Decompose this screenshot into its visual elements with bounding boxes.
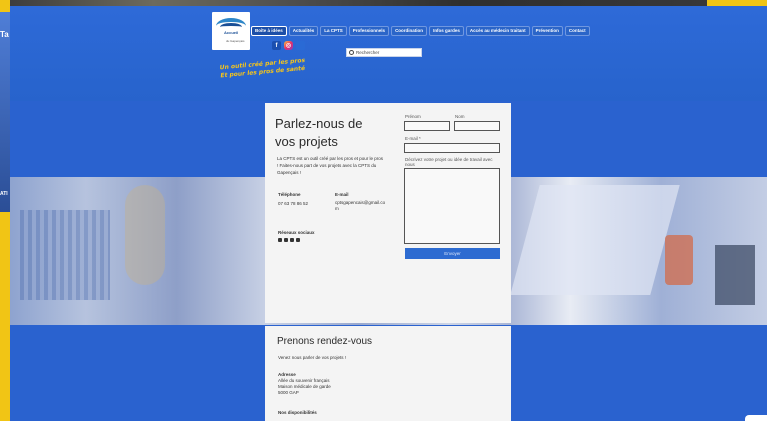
first-name-field[interactable] [404, 121, 450, 131]
nav-item-actualites[interactable]: Actualités [288, 26, 319, 36]
instagram-icon[interactable]: ◎ [284, 41, 293, 50]
contact-description: La CPTS est un outil créé par les pros e… [277, 156, 384, 175]
address-line-3: 5000 GAP [278, 390, 299, 395]
side-label-2: ATI [0, 191, 8, 197]
project-label: Décrivez votre projet ou idée de travail… [405, 157, 493, 167]
nav-item-coordination[interactable]: Coordination [391, 26, 428, 36]
linkedin-icon[interactable] [290, 238, 294, 242]
email-label: E-mail [335, 192, 349, 197]
phone-value[interactable]: 07 63 78 86 52 [278, 201, 308, 207]
contact-title: Parlez-nous de vos projets [275, 116, 363, 149]
nav-item-professionnels[interactable]: Professionnels [348, 26, 390, 36]
project-textarea[interactable] [404, 168, 500, 244]
contact-card: Parlez-nous de vos projets La CPTS est u… [265, 103, 511, 323]
plant-image [665, 235, 693, 285]
email-value[interactable]: cptsgapencais@gmail.com [335, 200, 387, 212]
appointment-title: Prenons rendez-vous [277, 336, 373, 347]
main-navigation: Boîte à idées Actualités La CPTS Profess… [251, 26, 590, 36]
nav-item-acces-medecin[interactable]: Accès au médecin traitant [465, 26, 530, 36]
logo-text: Accueil [224, 30, 239, 35]
nav-item-la-cpts[interactable]: La CPTS [320, 26, 347, 36]
nav-item-contact[interactable]: Contact [564, 26, 590, 36]
search-input[interactable]: Rechercher [346, 48, 422, 57]
pencil-cup-image [20, 210, 110, 300]
linkedin-icon[interactable] [296, 41, 305, 50]
side-label: Ta [0, 30, 9, 39]
site-logo[interactable]: Accueil du Gapençais [212, 12, 250, 50]
email-field-label: E-mail * [405, 136, 421, 141]
header-social-links: f ◎ [272, 41, 305, 50]
laptop-image [510, 185, 680, 295]
facebook-icon[interactable] [278, 238, 282, 242]
appointment-card: Prenons rendez-vous Venez nous parler de… [265, 326, 511, 421]
contact-social-links [278, 238, 300, 242]
instagram-icon[interactable] [296, 238, 300, 242]
logo-subtitle: du Gapençais [226, 39, 245, 43]
left-side-panel [0, 12, 10, 212]
submit-button[interactable]: Envoyer [405, 248, 500, 259]
facebook-icon[interactable]: f [272, 41, 281, 50]
first-name-label: Prénom [405, 114, 421, 119]
nav-item-infos-gardes[interactable]: Infos gardes [429, 26, 464, 36]
last-name-field[interactable] [454, 121, 500, 131]
nav-item-boite-a-idees[interactable]: Boîte à idées [251, 26, 287, 36]
availability-label: Nos disponibilités [278, 410, 317, 415]
phone-label: Téléphone [278, 192, 301, 197]
wooden-figure-image [125, 185, 165, 285]
appointment-subtitle: Venez nous parler de vos projets ! [278, 355, 347, 360]
email-field[interactable] [404, 143, 500, 153]
chat-widget-edge[interactable] [745, 415, 767, 421]
search-icon [349, 50, 354, 55]
last-name-label: Nom [455, 114, 465, 119]
pen-holder-image [715, 245, 755, 305]
twitter-icon[interactable] [284, 238, 288, 242]
search-placeholder: Rechercher [356, 50, 380, 55]
social-label: Réseaux sociaux [278, 230, 315, 235]
nav-item-prevention[interactable]: Prévention [531, 26, 563, 36]
